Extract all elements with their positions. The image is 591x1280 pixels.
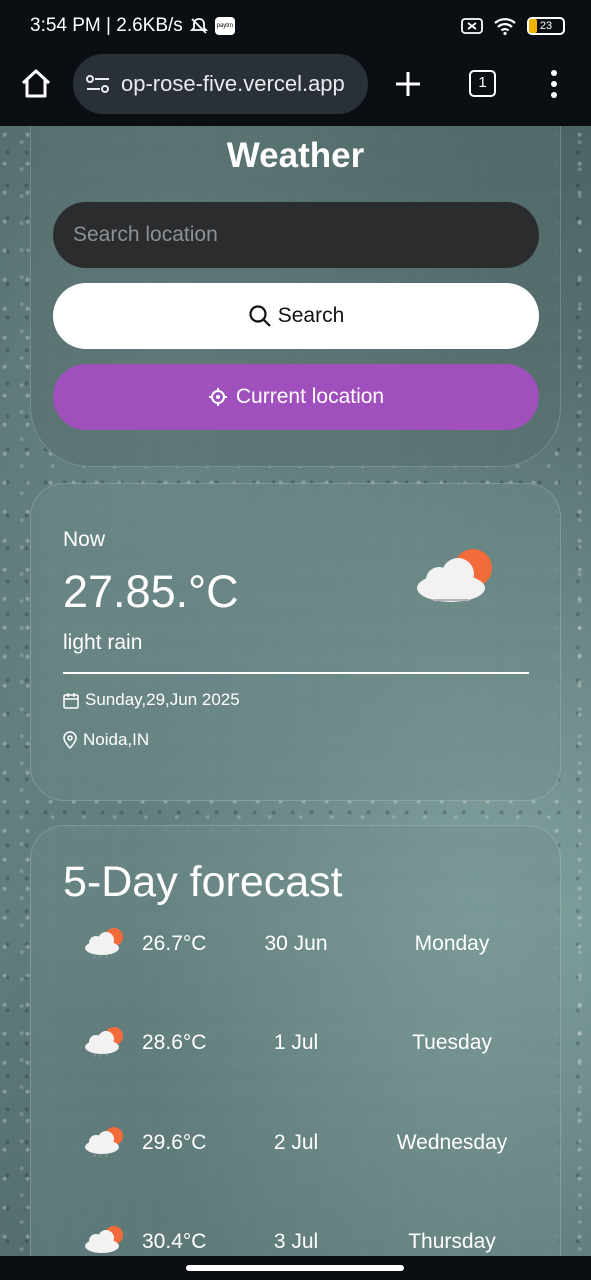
forecast-date: 30 Jun	[264, 932, 328, 955]
paytm-icon: paytm	[214, 17, 235, 35]
current-location-button[interactable]: Current location	[53, 364, 539, 430]
current-weather-card: Now 27.85.°C light rain Sunday,29,Jun 20…	[30, 483, 561, 801]
forecast-row: 26.7°C 30 Jun Monday	[31, 924, 562, 968]
status-bar: 3:54 PM | 2.6KB/s paytm 23	[0, 0, 591, 52]
status-left: 3:54 PM | 2.6KB/s paytm	[30, 15, 235, 37]
battery-icon: 23	[527, 17, 565, 35]
forecast-date: 3 Jul	[273, 1230, 319, 1253]
forecast-day: Tuesday	[412, 1031, 492, 1054]
sim-off-icon	[461, 18, 483, 34]
tab-switcher-button[interactable]: 1	[469, 70, 496, 97]
search-input[interactable]	[53, 202, 539, 268]
forecast-title: 5-Day forecast	[63, 858, 343, 906]
tab-count: 1	[478, 74, 487, 91]
forecast-row: 29.6°C 2 Jul Wednesday	[31, 1123, 562, 1167]
site-settings-icon[interactable]	[85, 73, 111, 95]
forecast-date: 1 Jul	[273, 1031, 319, 1054]
wifi-icon	[494, 18, 516, 36]
forecast-day: Wednesday	[396, 1131, 508, 1154]
map-pin-icon	[63, 731, 77, 749]
home-icon[interactable]	[18, 66, 54, 102]
address-bar[interactable]: op-rose-five.vercel.app	[73, 54, 368, 114]
search-button[interactable]: Search	[53, 283, 539, 349]
forecast-temp: 29.6°C	[142, 1131, 207, 1154]
calendar-icon	[63, 692, 79, 709]
system-nav-bar	[0, 1256, 591, 1280]
now-label: Now	[63, 528, 106, 551]
search-card: Weather Search Current location	[30, 126, 561, 467]
forecast-date: 2 Jul	[273, 1131, 319, 1154]
status-time-speed: 3:54 PM | 2.6KB/s	[30, 15, 183, 36]
rain-cloud-sun-icon	[85, 1226, 123, 1253]
forecast-day: Monday	[414, 932, 490, 955]
rain-cloud-sun-icon	[85, 928, 123, 958]
weather-condition: light rain	[63, 631, 143, 654]
web-page: Weather Search Current location Now 27.8…	[0, 126, 591, 1256]
current-temperature: 27.85.°C	[63, 566, 239, 617]
forecast-card: 5-Day forecast 26.7°C 30 Jun Monday 28.6…	[30, 825, 561, 1256]
forecast-row: 30.4°C 3 Jul Thursday	[31, 1222, 562, 1256]
new-tab-icon[interactable]	[392, 68, 424, 100]
battery-level: 23	[539, 20, 553, 32]
divider	[63, 672, 529, 674]
rain-cloud-sun-icon	[85, 1027, 123, 1057]
forecast-row: 28.6°C 1 Jul Tuesday	[31, 1023, 562, 1067]
more-menu-icon[interactable]	[548, 68, 560, 100]
home-gesture-handle[interactable]	[186, 1265, 404, 1271]
status-right: 23	[461, 16, 565, 36]
forecast-temp: 30.4°C	[142, 1230, 207, 1253]
current-date: Sunday,29,Jun 2025	[85, 690, 240, 709]
search-icon	[249, 305, 271, 327]
rain-cloud-sun-icon	[417, 549, 492, 602]
date-row: Sunday,29,Jun 2025	[63, 690, 240, 710]
crosshair-icon	[208, 388, 227, 406]
url-text: op-rose-five.vercel.app	[121, 71, 345, 96]
rain-cloud-sun-icon	[85, 1127, 123, 1157]
app-title: Weather	[226, 136, 365, 175]
browser-toolbar: op-rose-five.vercel.app 1	[0, 52, 591, 126]
search-button-label: Search	[277, 304, 345, 327]
forecast-temp: 28.6°C	[142, 1031, 207, 1054]
forecast-temp: 26.7°C	[142, 932, 207, 955]
location-row: Noida,IN	[63, 730, 149, 750]
current-location: Noida,IN	[83, 730, 150, 749]
current-location-label: Current location	[235, 385, 385, 408]
forecast-day: Thursday	[408, 1230, 496, 1253]
mute-bell-icon	[189, 18, 208, 34]
